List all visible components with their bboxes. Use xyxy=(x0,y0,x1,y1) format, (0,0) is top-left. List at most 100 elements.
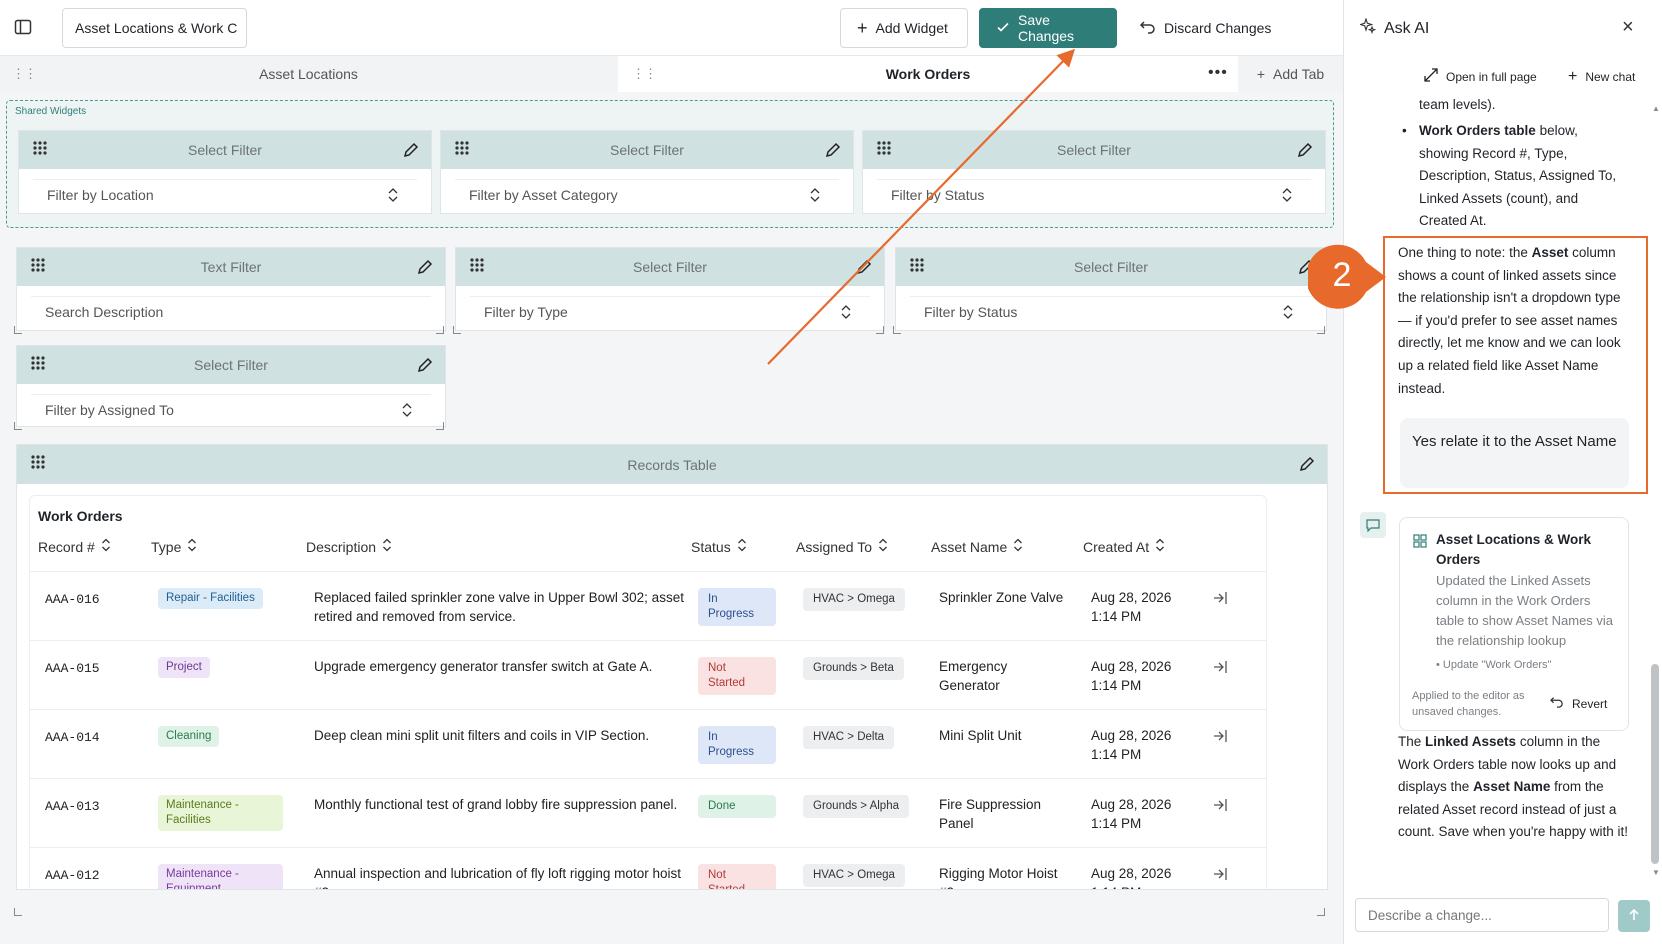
pencil-icon[interactable] xyxy=(417,259,433,275)
resize-handle[interactable] xyxy=(14,326,22,334)
open-record-icon[interactable] xyxy=(1212,797,1228,813)
status-select[interactable]: Filter by Status xyxy=(877,179,1311,209)
table-row[interactable]: AAA-012 Maintenance - Equipment Annual ins… xyxy=(30,847,1266,889)
table-row[interactable]: AAA-015 Project Upgrade emergency generato… xyxy=(30,640,1266,710)
drag-handle-icon[interactable]: ⋮⋮ xyxy=(632,66,657,82)
assigned-to-select[interactable]: Filter by Assigned To xyxy=(31,394,431,424)
widget-title: Select Filter xyxy=(610,142,684,158)
open-record-icon[interactable] xyxy=(1212,590,1228,606)
scroll-down-icon[interactable]: ▼ xyxy=(1652,868,1660,877)
drag-grid-icon[interactable] xyxy=(31,356,45,370)
drag-grid-icon[interactable] xyxy=(31,258,45,272)
more-options-icon[interactable]: ••• xyxy=(1208,64,1228,82)
asset-name-cell: Emergency Generator xyxy=(939,659,1008,693)
resize-handle[interactable] xyxy=(14,422,22,430)
pencil-icon[interactable] xyxy=(825,142,841,158)
widget-title: Select Filter xyxy=(633,259,707,275)
widget-header[interactable]: Select Filter xyxy=(863,131,1325,169)
note-text: column shows a count of linked assets si… xyxy=(1398,245,1621,396)
search-description-input[interactable]: Search Description xyxy=(31,296,431,326)
open-record-icon[interactable] xyxy=(1212,659,1228,675)
revert-button[interactable]: Revert xyxy=(1550,696,1607,711)
dashboard-title-input[interactable]: Asset Locations & Work C xyxy=(62,8,247,48)
open-record-icon[interactable] xyxy=(1212,866,1228,882)
table-row[interactable]: AAA-014 Cleaning Deep clean mini split uni… xyxy=(30,709,1266,779)
asset-category-select[interactable]: Filter by Asset Category xyxy=(455,179,839,209)
tab-work-orders[interactable]: Work Orders xyxy=(618,56,1238,92)
record-cell: AAA-015 xyxy=(45,661,100,676)
drag-grid-icon[interactable] xyxy=(455,141,469,155)
widget-header[interactable]: Select Filter xyxy=(441,131,853,169)
column-header-status[interactable]: Status xyxy=(691,538,747,555)
column-header-type[interactable]: Type xyxy=(151,538,197,555)
status-filter-widget-2: Select Filter Filter by Status xyxy=(895,247,1327,331)
step-badge: 2 xyxy=(1305,244,1386,310)
drag-grid-icon[interactable] xyxy=(877,141,891,155)
assigned-to-chip: HVAC > Omega xyxy=(803,588,905,611)
type-select[interactable]: Filter by Type xyxy=(470,296,870,326)
resize-handle[interactable] xyxy=(876,326,884,334)
open-record-icon[interactable] xyxy=(1212,728,1228,744)
close-icon[interactable]: × xyxy=(1622,16,1634,39)
sidebar-toggle-icon[interactable] xyxy=(14,18,32,36)
resize-handle[interactable] xyxy=(453,326,461,334)
resize-handle[interactable] xyxy=(14,908,22,916)
add-widget-button[interactable]: + Add Widget xyxy=(840,8,968,48)
resize-handle[interactable] xyxy=(436,422,444,430)
add-tab-button[interactable]: + Add Tab xyxy=(1238,56,1343,92)
created-at-cell: Aug 28, 2026 1:14 PM xyxy=(1091,728,1172,762)
column-header-created-at[interactable]: Created At xyxy=(1083,538,1165,555)
pencil-icon[interactable] xyxy=(417,357,433,373)
column-label: Asset Name xyxy=(931,538,1008,555)
widget-header[interactable]: Select Filter xyxy=(17,346,445,384)
widget-header[interactable]: Select Filter xyxy=(456,248,884,286)
resize-handle[interactable] xyxy=(1317,908,1325,916)
widget-header[interactable]: Select Filter xyxy=(896,248,1326,286)
scroll-up-icon[interactable]: ▲ xyxy=(1652,104,1660,113)
widget-header[interactable]: Records Table xyxy=(17,445,1327,484)
status-badge: Not Started xyxy=(698,657,776,695)
resize-handle[interactable] xyxy=(1317,326,1325,334)
widget-title: Text Filter xyxy=(200,259,262,275)
save-changes-label: Save Changes xyxy=(1018,12,1075,44)
widget-title: Select Filter xyxy=(188,142,262,158)
column-header-record[interactable]: Record # xyxy=(38,538,111,555)
assistant-note: One thing to note: the Asset column show… xyxy=(1398,242,1632,400)
discard-changes-label: Discard Changes xyxy=(1164,20,1272,36)
drag-grid-icon[interactable] xyxy=(910,258,924,272)
scrollbar-thumb[interactable] xyxy=(1651,664,1659,864)
pencil-icon[interactable] xyxy=(403,142,419,158)
column-header-asset-name[interactable]: Asset Name xyxy=(931,538,1023,555)
table-row[interactable]: AAA-013 Maintenance - Facilities Monthly f… xyxy=(30,778,1266,848)
drag-grid-icon[interactable] xyxy=(470,258,484,272)
new-chat-button[interactable]: + New chat xyxy=(1568,68,1635,86)
assistant-final-message: The Linked Assets column in the Work Ord… xyxy=(1398,731,1632,844)
tab-label: Work Orders xyxy=(885,66,971,82)
tab-asset-locations[interactable]: Asset Locations xyxy=(0,56,617,92)
resize-handle[interactable] xyxy=(436,326,444,334)
send-button[interactable] xyxy=(1618,900,1650,932)
discard-changes-button[interactable]: Discard Changes xyxy=(1124,8,1324,48)
location-select[interactable]: Filter by Location xyxy=(33,179,417,209)
pencil-icon[interactable] xyxy=(856,259,872,275)
pencil-icon[interactable] xyxy=(1299,456,1315,472)
drag-grid-icon[interactable] xyxy=(33,141,47,155)
column-header-description[interactable]: Description xyxy=(306,538,392,555)
chat-input[interactable]: Describe a change... xyxy=(1355,898,1609,932)
status-select-2[interactable]: Filter by Status xyxy=(910,296,1312,326)
drag-grid-icon[interactable] xyxy=(31,455,45,469)
resize-handle[interactable] xyxy=(893,326,901,334)
table-row[interactable]: AAA-016 Repair - Facilities Replaced faile… xyxy=(30,571,1266,641)
sort-icon xyxy=(737,538,747,555)
widget-header[interactable]: Text Filter xyxy=(17,248,445,286)
pencil-icon[interactable] xyxy=(1297,142,1313,158)
widget-header[interactable]: Select Filter xyxy=(19,131,431,169)
open-full-page-button[interactable]: Open in full page xyxy=(1424,68,1537,85)
add-tab-label: Add Tab xyxy=(1273,66,1325,82)
assigned-to-chip: HVAC > Omega xyxy=(803,864,905,887)
column-label: Record # xyxy=(38,538,95,555)
column-header-assigned-to[interactable]: Assigned To xyxy=(796,538,888,555)
save-changes-button[interactable]: Save Changes xyxy=(979,8,1117,48)
type-filter-widget: Select Filter Filter by Type xyxy=(455,247,885,331)
bullet-text: below, showing Record #, Type, Descripti… xyxy=(1419,123,1617,229)
